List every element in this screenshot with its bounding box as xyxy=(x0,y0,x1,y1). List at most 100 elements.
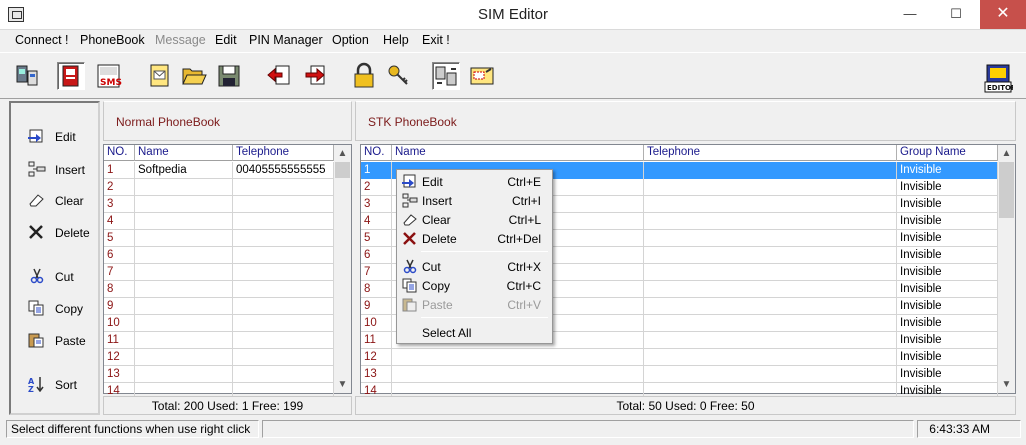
menu-connect[interactable]: Connect ! xyxy=(15,33,69,47)
table-row[interactable]: 7 xyxy=(104,264,334,281)
table-cell[interactable]: 1 xyxy=(361,162,392,179)
table-row[interactable]: 12 xyxy=(104,349,334,366)
table-cell[interactable]: 11 xyxy=(104,332,135,349)
table-cell[interactable] xyxy=(644,366,897,383)
context-select-all-item[interactable]: Select All xyxy=(399,323,549,342)
table-row[interactable]: 13 xyxy=(104,366,334,383)
table-cell[interactable] xyxy=(233,315,334,332)
table-cell[interactable]: 11 xyxy=(361,332,392,349)
sidebar-delete-button[interactable]: Delete xyxy=(25,223,99,243)
column-header-name[interactable]: Name xyxy=(392,145,644,161)
table-cell[interactable]: 00405555555555 xyxy=(233,162,334,179)
sidebar-copy-button[interactable]: Copy xyxy=(25,299,99,319)
table-cell[interactable] xyxy=(233,332,334,349)
table-cell[interactable]: Invisible xyxy=(897,162,998,179)
open-folder-icon[interactable] xyxy=(180,62,208,90)
table-row[interactable]: 2 xyxy=(104,179,334,196)
table-cell[interactable] xyxy=(233,366,334,383)
sidebar-edit-button[interactable]: Edit xyxy=(25,127,99,147)
table-cell[interactable]: 10 xyxy=(361,315,392,332)
table-cell[interactable] xyxy=(644,281,897,298)
context-edit-item[interactable]: Edit Ctrl+E xyxy=(399,172,549,191)
menu-option[interactable]: Option xyxy=(332,33,369,47)
table-cell[interactable]: Invisible xyxy=(897,281,998,298)
table-cell[interactable]: 4 xyxy=(361,213,392,230)
table-cell[interactable]: Invisible xyxy=(897,315,998,332)
table-cell[interactable] xyxy=(233,213,334,230)
table-cell[interactable]: Invisible xyxy=(897,298,998,315)
table-cell[interactable] xyxy=(135,264,233,281)
table-cell[interactable] xyxy=(135,230,233,247)
sidebar-cut-button[interactable]: Cut xyxy=(25,267,99,287)
table-cell[interactable]: 5 xyxy=(104,230,135,247)
table-cell[interactable] xyxy=(233,196,334,213)
table-cell[interactable] xyxy=(644,247,897,264)
table-row[interactable]: 3 xyxy=(104,196,334,213)
save-icon[interactable] xyxy=(215,62,243,90)
table-cell[interactable]: Invisible xyxy=(897,366,998,383)
table-cell[interactable] xyxy=(135,213,233,230)
table-cell[interactable] xyxy=(233,281,334,298)
table-row[interactable]: 8 xyxy=(104,281,334,298)
close-button[interactable]: ✕ xyxy=(980,0,1026,29)
scroll-up-icon[interactable]: ▲ xyxy=(334,145,351,162)
context-clear-item[interactable]: Clear Ctrl+L xyxy=(399,210,549,229)
table-cell[interactable] xyxy=(135,281,233,298)
table-cell[interactable] xyxy=(135,247,233,264)
menu-pin-manager[interactable]: PIN Manager xyxy=(249,33,323,47)
table-row[interactable]: 11 xyxy=(104,332,334,349)
table-cell[interactable]: Softpedia xyxy=(135,162,233,179)
column-header-no[interactable]: NO. xyxy=(104,145,135,161)
table-cell[interactable]: 7 xyxy=(361,264,392,281)
stk-table-scrollbar[interactable]: ▲ ▼ xyxy=(998,145,1015,393)
table-cell[interactable] xyxy=(135,349,233,366)
table-cell[interactable]: 9 xyxy=(361,298,392,315)
table-row[interactable]: 1 Softpedia 00405555555555 xyxy=(104,162,334,179)
table-cell[interactable]: 8 xyxy=(104,281,135,298)
table-cell[interactable] xyxy=(135,298,233,315)
table-cell[interactable]: Invisible xyxy=(897,213,998,230)
table-cell[interactable]: 13 xyxy=(104,366,135,383)
table-cell[interactable]: 10 xyxy=(104,315,135,332)
table-cell[interactable] xyxy=(233,298,334,315)
menu-phonebook[interactable]: PhoneBook xyxy=(80,33,145,47)
table-cell[interactable] xyxy=(644,332,897,349)
table-cell[interactable] xyxy=(644,213,897,230)
table-cell[interactable] xyxy=(135,366,233,383)
table-row[interactable]: 13 Invisible xyxy=(361,366,998,383)
table-cell[interactable]: 3 xyxy=(361,196,392,213)
table-cell[interactable] xyxy=(392,349,644,366)
table-cell[interactable] xyxy=(233,349,334,366)
column-header-telephone[interactable]: Telephone xyxy=(233,145,334,161)
table-cell[interactable]: 7 xyxy=(104,264,135,281)
table-cell[interactable] xyxy=(644,196,897,213)
table-cell[interactable]: 2 xyxy=(361,179,392,196)
table-cell[interactable] xyxy=(233,247,334,264)
table-cell[interactable]: 6 xyxy=(104,247,135,264)
table-cell[interactable] xyxy=(135,315,233,332)
table-cell[interactable] xyxy=(644,264,897,281)
export-icon[interactable] xyxy=(300,62,328,90)
table-cell[interactable]: 3 xyxy=(104,196,135,213)
table-row[interactable]: 4 xyxy=(104,213,334,230)
table-cell[interactable] xyxy=(135,179,233,196)
sidebar-clear-button[interactable]: Clear xyxy=(25,191,99,211)
column-header-name[interactable]: Name xyxy=(135,145,233,161)
normal-phonebook-table[interactable]: NO. Name Telephone 1 Softpedia 00405555555… xyxy=(103,144,352,400)
table-cell[interactable] xyxy=(644,179,897,196)
table-cell[interactable]: Invisible xyxy=(897,332,998,349)
menu-edit[interactable]: Edit xyxy=(215,33,237,47)
context-paste-item[interactable]: Paste Ctrl+V xyxy=(399,295,549,314)
table-cell[interactable]: 8 xyxy=(361,281,392,298)
table-cell[interactable]: 4 xyxy=(104,213,135,230)
table-cell[interactable] xyxy=(135,332,233,349)
connect-icon[interactable] xyxy=(13,62,41,90)
sms-icon[interactable]: SMS xyxy=(95,62,123,90)
scroll-up-icon[interactable]: ▲ xyxy=(998,145,1015,162)
table-cell[interactable]: 5 xyxy=(361,230,392,247)
menu-message[interactable]: Message xyxy=(155,33,206,47)
table-cell[interactable]: 2 xyxy=(104,179,135,196)
table-row[interactable]: 5 xyxy=(104,230,334,247)
table-cell[interactable]: Invisible xyxy=(897,196,998,213)
table-row[interactable]: 9 xyxy=(104,298,334,315)
